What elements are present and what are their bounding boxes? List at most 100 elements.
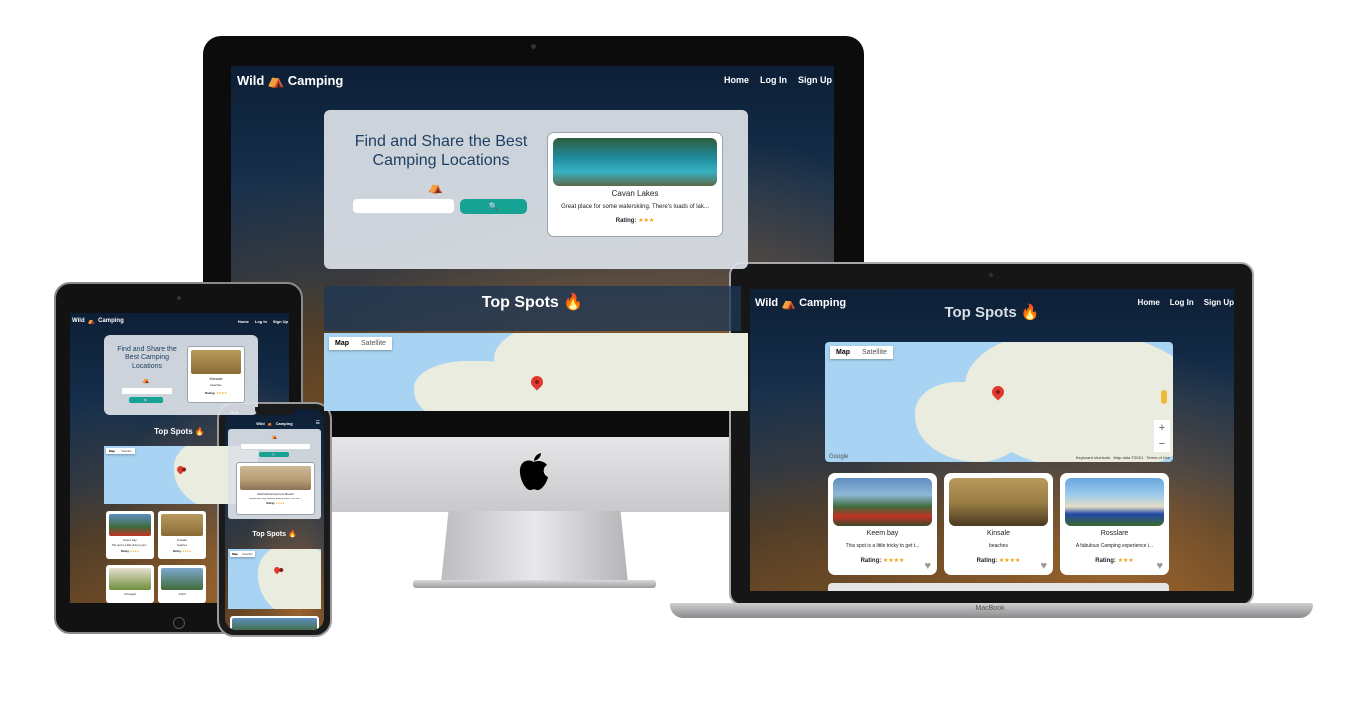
spot-desc: This spot is a little tricky to get t... <box>111 544 149 547</box>
spot-desc: A fabulous Camping experience i... <box>1075 543 1154 549</box>
featured-rating: Rating: ★★★★ <box>188 391 244 395</box>
nav-login[interactable]: Log In <box>255 319 267 324</box>
apple-logo-icon <box>517 452 551 492</box>
spot-card[interactable]: Kinsale beaches Rating: ★★★★ <box>158 511 206 559</box>
spot-card[interactable]: Keem bay This spot is a little tricky to… <box>828 473 937 575</box>
featured-name: Kinsale <box>209 376 223 381</box>
spot-rating: Rating: ★★★★ <box>944 557 1053 564</box>
brand-logo[interactable]: Wild ⛺ Camping <box>256 421 293 426</box>
magnifier-icon: 🔍 <box>143 397 149 403</box>
map-toggle-map[interactable]: Map <box>230 551 240 557</box>
map-toggle-map[interactable]: Map <box>830 346 856 359</box>
spot-photo <box>109 568 151 590</box>
rating-label: Rating: <box>615 218 637 224</box>
rating-label: Rating: <box>120 550 130 553</box>
spot-name: Cobh <box>178 592 186 596</box>
rating-stars: ★★★★ <box>130 550 140 553</box>
brand-name-right: Camping <box>275 420 293 426</box>
spot-photo <box>232 618 317 630</box>
map-toggle-map[interactable]: Map <box>329 337 355 350</box>
brand-name-left: Wild <box>237 72 265 88</box>
phone-notch <box>255 407 295 415</box>
featured-desc: Great place for some waterskiing. There'… <box>561 204 709 210</box>
map-view[interactable]: Map Satellite <box>228 549 321 609</box>
imac-navbar: Wild ⛺ Camping Home Log In Sign Up <box>231 66 834 94</box>
spot-photo <box>949 478 1048 526</box>
brand-name-left: Wild <box>72 318 85 324</box>
nav-home[interactable]: Home <box>724 75 749 85</box>
brand-logo[interactable]: Wild ⛺ Camping <box>72 318 124 325</box>
nav-login[interactable]: Log In <box>760 75 787 85</box>
map-footer: Keyboard shortcuts Map data ©2021 Terms … <box>1075 455 1170 460</box>
top-spots-title: Top Spots <box>481 294 559 311</box>
heart-icon[interactable]: ♥ <box>1156 560 1163 572</box>
tablet-navbar: Wild ⛺ Camping Home Log In Sign Up <box>70 313 289 329</box>
map-type-toggle: Map Satellite <box>329 337 392 350</box>
street-view-icon[interactable] <box>1161 390 1167 404</box>
magnifier-icon: 🔍 <box>488 202 499 211</box>
imac-screen: Wild ⛺ Camping Home Log In Sign Up Find … <box>231 66 834 411</box>
spot-name: Kinsale <box>177 538 187 542</box>
brand-logo[interactable]: Wild ⛺ Camping <box>237 72 343 89</box>
magnifier-icon: 🔍 <box>272 452 276 457</box>
nav-signup[interactable]: Sign Up <box>273 319 288 324</box>
search-button[interactable]: 🔍 <box>460 199 527 214</box>
menu-icon[interactable]: ☰ <box>316 420 320 426</box>
zoom-out-button[interactable]: − <box>1154 436 1170 452</box>
search-button[interactable]: 🔍 <box>129 397 163 403</box>
fire-icon: 🔥 <box>194 427 205 436</box>
search-button[interactable]: 🔍 <box>259 452 289 457</box>
spot-rating: Rating: ★★★★ <box>828 557 937 564</box>
spot-desc: beaches <box>177 544 187 547</box>
map-type-toggle: Map Satellite <box>230 551 255 557</box>
top-spots-title: Top Spots <box>154 427 193 436</box>
spot-card[interactable]: Kinsale beaches Rating: ★★★★ ♥ <box>944 473 1053 575</box>
featured-card[interactable]: Kinsale beaches Rating: ★★★★ <box>187 346 245 403</box>
search-input[interactable] <box>121 387 173 395</box>
spot-desc: This spot is a little tricky to get t... <box>845 543 920 549</box>
featured-card[interactable]: Cavan Lakes Great place for some watersk… <box>547 132 723 237</box>
spot-card[interactable]: Keem bay This spot is a little tricky to… <box>106 511 154 559</box>
laptop-screen: Wild ⛺ Camping Home Log In Sign Up Top S… <box>750 289 1234 591</box>
imac-stand <box>441 511 628 583</box>
map-toggle-map[interactable]: Map <box>106 448 118 454</box>
featured-photo <box>553 138 717 186</box>
fire-icon: 🔥 <box>287 531 297 538</box>
spot-rating: Rating: ★★★★ <box>106 550 154 553</box>
map-view[interactable]: Map Satellite <box>324 333 748 411</box>
rating-stars: ★★★★ <box>216 391 227 395</box>
spot-card[interactable]: Cobh <box>158 565 206 603</box>
phone-screen: 9:41 Wild ⛺ Camping ☰ ⛺ 🔍 Murrisk/Carrow… <box>225 409 324 630</box>
map-toggle-satellite[interactable]: Satellite <box>355 337 392 350</box>
heart-icon[interactable]: ♥ <box>924 560 931 572</box>
spot-card[interactable]: Rosslare A fabulous Camping experience i… <box>1060 473 1169 575</box>
top-spots-heading: Top Spots 🔥 <box>750 303 1234 321</box>
featured-card[interactable]: Murrisk/Carrowmore Beach Beside Blue Fla… <box>236 462 315 515</box>
spot-name: Keem bay <box>123 538 137 542</box>
zoom-in-button[interactable]: + <box>1154 420 1170 436</box>
map-logo: Google <box>829 454 849 460</box>
rating-label: Rating: <box>860 558 882 564</box>
spot-card[interactable] <box>230 616 319 630</box>
nav-links: Home Log In Sign Up <box>724 75 832 85</box>
map-toggle-satellite[interactable]: Satellite <box>240 551 255 557</box>
tent-icon: ⛺ <box>428 180 443 194</box>
heart-icon[interactable]: ♥ <box>1040 560 1047 572</box>
rating-stars: ★★★★ <box>998 558 1021 564</box>
nav-home[interactable]: Home <box>238 319 249 324</box>
rating-stars: ★★★ <box>638 218 655 224</box>
nav-links: Home Log In Sign Up <box>238 319 288 324</box>
rating-label: Rating: <box>205 391 216 395</box>
map-toggle-satellite[interactable]: Satellite <box>856 346 893 359</box>
brand-name-right: Camping <box>287 72 344 88</box>
search-input[interactable] <box>240 443 311 450</box>
featured-rating: Rating: ★★★ <box>548 217 722 224</box>
map-view[interactable]: Map Satellite Google Keyboard shortcuts … <box>825 342 1173 462</box>
nav-signup[interactable]: Sign Up <box>798 75 832 85</box>
top-spots-title: Top Spots <box>944 304 1017 321</box>
spot-photo <box>161 568 203 590</box>
spot-rating: Rating: ★★★★ <box>158 550 206 553</box>
map-toggle-satellite[interactable]: Satellite <box>118 448 135 454</box>
spot-card[interactable]: Donegal <box>106 565 154 603</box>
search-input[interactable] <box>352 198 455 214</box>
